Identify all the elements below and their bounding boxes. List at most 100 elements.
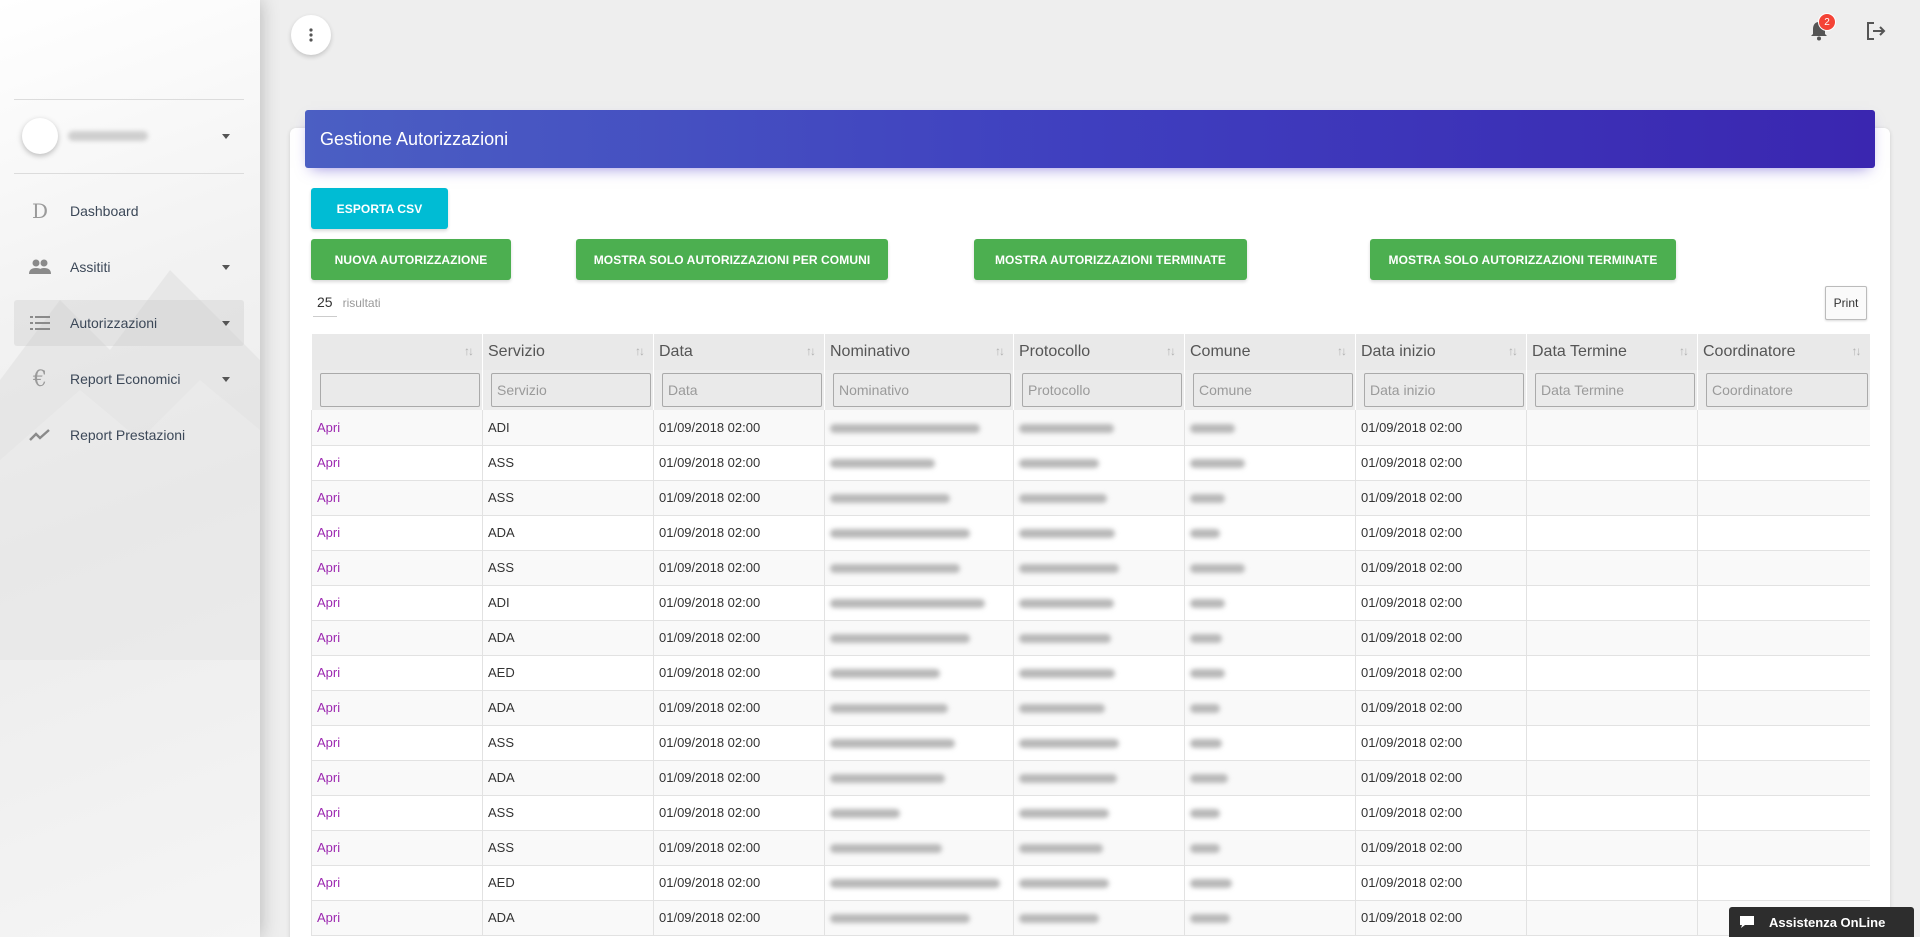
- sort-icon: ↑↓: [995, 344, 1005, 358]
- cell-comune-redacted: [1184, 515, 1356, 551]
- column-header-coordinatore[interactable]: Coordinatore ↑↓: [1697, 334, 1870, 370]
- sort-icon: ↑↓: [635, 344, 645, 358]
- new-authorization-button[interactable]: NUOVA AUTORIZZAZIONE: [311, 239, 511, 280]
- open-link[interactable]: Apri: [317, 700, 340, 715]
- column-header-nominativo[interactable]: Nominativo ↑↓: [824, 334, 1014, 370]
- cell-protocollo-redacted: [1013, 410, 1185, 446]
- show-only-comuni-button[interactable]: MOSTRA SOLO AUTORIZZAZIONI PER COMUNI: [576, 239, 888, 280]
- show-ended-button[interactable]: MOSTRA AUTORIZZAZIONI TERMINATE: [974, 239, 1247, 280]
- cell-data-termine: [1526, 550, 1698, 586]
- open-link[interactable]: Apri: [317, 665, 340, 680]
- cell-comune-redacted: [1184, 480, 1356, 516]
- filter-input-action[interactable]: [320, 373, 480, 407]
- sidebar-item-autorizzazioni[interactable]: Autorizzazioni: [14, 300, 244, 346]
- open-link[interactable]: Apri: [317, 595, 340, 610]
- cell-data-inizio: 01/09/2018 02:00: [1355, 865, 1527, 901]
- open-link[interactable]: Apri: [317, 735, 340, 750]
- table-row: Apri ASS 01/09/2018 02:00 01/09/2018 02:00: [311, 480, 1870, 516]
- column-header-data-termine[interactable]: Data Termine ↑↓: [1526, 334, 1698, 370]
- cell-data-termine: [1526, 655, 1698, 691]
- sort-icon: ↑↓: [1679, 344, 1689, 358]
- cell-nominativo-redacted: [824, 410, 1014, 446]
- cell-coordinatore: [1697, 445, 1870, 481]
- user-menu[interactable]: [22, 118, 237, 154]
- cell-data: 01/09/2018 02:00: [653, 585, 825, 621]
- cell-servizio: ASS: [482, 830, 654, 866]
- cell-servizio: ASS: [482, 725, 654, 761]
- cell-nominativo-redacted: [824, 620, 1014, 656]
- open-link[interactable]: Apri: [317, 875, 340, 890]
- cell-data: 01/09/2018 02:00: [653, 480, 825, 516]
- open-link[interactable]: Apri: [317, 910, 340, 925]
- sidebar-item-report-economici[interactable]: € Report Economici: [14, 356, 244, 402]
- more-menu-button[interactable]: [291, 15, 331, 55]
- column-header-servizio[interactable]: Servizio ↑↓: [482, 334, 654, 370]
- logout-button[interactable]: [1865, 20, 1887, 42]
- cell-coordinatore: [1697, 620, 1870, 656]
- filter-input-protocollo[interactable]: [1022, 373, 1182, 407]
- cell-protocollo-redacted: [1013, 830, 1185, 866]
- cell-data-termine: [1526, 410, 1698, 446]
- sort-icon: ↑↓: [806, 344, 816, 358]
- column-header-data-inizio[interactable]: Data inizio ↑↓: [1355, 334, 1527, 370]
- sort-icon: ↑↓: [1337, 344, 1347, 358]
- sidebar-divider: [14, 99, 244, 100]
- open-link[interactable]: Apri: [317, 630, 340, 645]
- cell-servizio: ASS: [482, 480, 654, 516]
- column-header-comune[interactable]: Comune ↑↓: [1184, 334, 1356, 370]
- logout-icon: [1867, 22, 1886, 40]
- cell-data: 01/09/2018 02:00: [653, 830, 825, 866]
- column-header-action[interactable]: ↑↓: [311, 334, 483, 370]
- open-link[interactable]: Apri: [317, 490, 340, 505]
- print-button[interactable]: Print: [1825, 286, 1867, 320]
- online-assistance-button[interactable]: Assistenza OnLine: [1729, 907, 1914, 937]
- cell-comune-redacted: [1184, 690, 1356, 726]
- cell-protocollo-redacted: [1013, 550, 1185, 586]
- cell-servizio: ADA: [482, 760, 654, 796]
- cell-data: 01/09/2018 02:00: [653, 725, 825, 761]
- cell-data: 01/09/2018 02:00: [653, 795, 825, 831]
- cell-comune-redacted: [1184, 585, 1356, 621]
- export-csv-button[interactable]: ESPORTA CSV: [311, 188, 448, 229]
- cell-comune-redacted: [1184, 655, 1356, 691]
- table-row: Apri ASS 01/09/2018 02:00 01/09/2018 02:00: [311, 830, 1870, 866]
- cell-coordinatore: [1697, 585, 1870, 621]
- filter-input-nominativo[interactable]: [833, 373, 1011, 407]
- open-link[interactable]: Apri: [317, 805, 340, 820]
- open-link[interactable]: Apri: [317, 560, 340, 575]
- cell-coordinatore: [1697, 725, 1870, 761]
- cell-data-inizio: 01/09/2018 02:00: [1355, 480, 1527, 516]
- sidebar-item-dashboard[interactable]: D Dashboard: [14, 188, 244, 234]
- cell-protocollo-redacted: [1013, 865, 1185, 901]
- filter-input-comune[interactable]: [1193, 373, 1353, 407]
- cell-servizio: ADA: [482, 620, 654, 656]
- sort-icon: ↑↓: [464, 344, 474, 358]
- column-header-data[interactable]: Data ↑↓: [653, 334, 825, 370]
- open-link[interactable]: Apri: [317, 455, 340, 470]
- open-link[interactable]: Apri: [317, 525, 340, 540]
- people-icon: [28, 255, 52, 279]
- page-length-selector[interactable]: 25 risultati: [313, 292, 381, 317]
- cell-data-inizio: 01/09/2018 02:00: [1355, 900, 1527, 936]
- filter-input-data[interactable]: [662, 373, 822, 407]
- table-row: Apri ADA 01/09/2018 02:00 01/09/2018 02:00: [311, 760, 1870, 796]
- sort-icon: ↑↓: [1508, 344, 1518, 358]
- column-header-protocollo[interactable]: Protocollo ↑↓: [1013, 334, 1185, 370]
- open-link[interactable]: Apri: [317, 420, 340, 435]
- filter-input-data-inizio[interactable]: [1364, 373, 1524, 407]
- cell-coordinatore: [1697, 480, 1870, 516]
- sidebar-item-report-prestazioni[interactable]: Report Prestazioni: [14, 412, 244, 458]
- show-only-ended-button[interactable]: MOSTRA SOLO AUTORIZZAZIONI TERMINATE: [1370, 239, 1676, 280]
- cell-protocollo-redacted: [1013, 515, 1185, 551]
- table-row: Apri ADA 01/09/2018 02:00 01/09/2018 02:00: [311, 620, 1870, 656]
- filter-input-data-termine[interactable]: [1535, 373, 1695, 407]
- sidebar-item-assititi[interactable]: Assititi: [14, 244, 244, 290]
- page-length-value[interactable]: 25: [313, 292, 337, 317]
- open-link[interactable]: Apri: [317, 770, 340, 785]
- filter-input-coordinatore[interactable]: [1706, 373, 1868, 407]
- cell-comune-redacted: [1184, 760, 1356, 796]
- filter-input-servizio[interactable]: [491, 373, 651, 407]
- cell-comune-redacted: [1184, 830, 1356, 866]
- open-link[interactable]: Apri: [317, 840, 340, 855]
- sidebar-item-label: Autorizzazioni: [70, 315, 158, 331]
